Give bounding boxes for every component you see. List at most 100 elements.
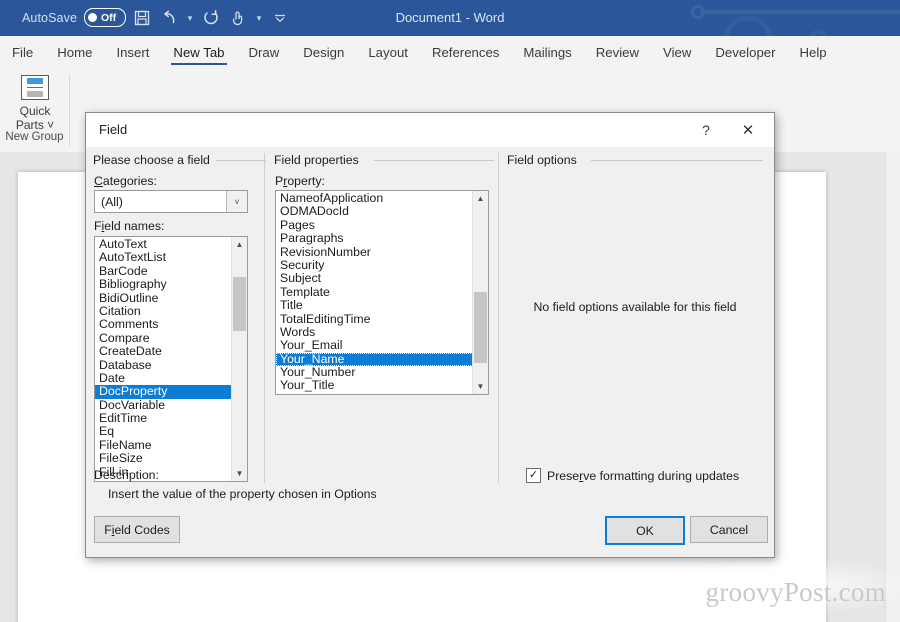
quick-parts-button[interactable]: Quick Parts ˅ <box>6 72 64 132</box>
list-item[interactable]: AutoTextList <box>95 250 232 264</box>
word-application-window: AutoSave Off ▾ ▾ Document1 - Word File H… <box>0 0 900 622</box>
tab-developer[interactable]: Developer <box>703 36 787 68</box>
list-item[interactable]: DocVariable <box>95 398 232 412</box>
tab-review[interactable]: Review <box>584 36 651 68</box>
list-item[interactable]: BidiOutline <box>95 291 232 305</box>
list-item[interactable]: Words <box>276 325 473 339</box>
watermark-groovypost: groovyPost.com <box>705 577 886 607</box>
tab-view[interactable]: View <box>651 36 703 68</box>
list-item[interactable]: Bibliography <box>95 277 232 291</box>
list-item[interactable]: Your_Title <box>276 379 473 393</box>
list-item[interactable]: RevisionNumber <box>276 245 473 259</box>
categories-label: Categories: <box>94 174 157 188</box>
tab-mailings[interactable]: Mailings <box>511 36 583 68</box>
list-item[interactable]: BarCode <box>95 264 232 278</box>
quick-parts-icon <box>21 75 49 100</box>
list-item[interactable]: Subject <box>276 271 473 285</box>
field-names-scrollbar[interactable]: ▲ ▼ <box>231 237 247 481</box>
quick-parts-label-line2: Parts <box>15 118 44 132</box>
chevron-down-icon[interactable]: ˅ <box>47 118 54 132</box>
close-icon[interactable]: ✕ <box>734 119 762 141</box>
list-item-selected[interactable]: DocProperty <box>95 384 232 399</box>
tab-layout[interactable]: Layout <box>356 36 420 68</box>
ribbon-group-label: New Group <box>5 131 64 143</box>
preserve-formatting-checkbox[interactable]: ✓ <box>526 468 541 483</box>
help-icon[interactable]: ? <box>694 119 718 141</box>
scroll-down-icon[interactable]: ▼ <box>232 466 247 481</box>
list-item[interactable]: Compare <box>95 331 232 345</box>
list-item[interactable]: CreateDate <box>95 344 232 358</box>
tab-draw[interactable]: Draw <box>237 36 292 68</box>
tab-help[interactable]: Help <box>788 36 839 68</box>
list-item[interactable]: Date <box>95 371 232 385</box>
property-scrollbar[interactable]: ▲ ▼ <box>472 191 488 394</box>
tab-design[interactable]: Design <box>291 36 356 68</box>
field-names-items: AutoText AutoTextList BarCode Bibliograp… <box>95 237 232 481</box>
list-item[interactable]: EditTime <box>95 411 232 425</box>
title-bar: AutoSave Off ▾ ▾ Document1 - Word <box>0 0 900 36</box>
document-title: Document1 - Word <box>395 10 505 25</box>
panel-divider-left <box>264 153 265 483</box>
cancel-button[interactable]: Cancel <box>690 516 768 543</box>
field-names-listbox[interactable]: AutoText AutoTextList BarCode Bibliograp… <box>94 236 248 482</box>
list-item[interactable]: Citation <box>95 304 232 318</box>
list-item[interactable]: Comments <box>95 317 232 331</box>
preserve-label-p2: ve formatting during updates <box>583 468 740 483</box>
field-codes-p2: eld Codes <box>114 522 170 537</box>
list-item[interactable]: Database <box>95 358 232 372</box>
field-codes-button[interactable]: Field Codes <box>94 516 180 543</box>
description-text: Insert the value of the property chosen … <box>108 487 377 501</box>
property-listbox[interactable]: NameofApplication ODMADocId Pages Paragr… <box>275 190 489 395</box>
tab-new-tab[interactable]: New Tab <box>161 36 236 68</box>
dialog-title: Field <box>99 122 128 137</box>
chevron-down-icon[interactable]: ˅ <box>226 191 247 212</box>
scroll-down-icon[interactable]: ▼ <box>473 379 488 394</box>
list-item[interactable]: Your_Email <box>276 338 473 352</box>
property-items: NameofApplication ODMADocId Pages Paragr… <box>276 191 473 394</box>
tab-insert[interactable]: Insert <box>104 36 161 68</box>
categories-dropdown[interactable]: (All) ˅ <box>94 190 248 213</box>
scroll-up-icon[interactable]: ▲ <box>473 191 488 206</box>
scrollbar-thumb[interactable] <box>233 277 246 331</box>
property-label: Property: <box>275 174 325 188</box>
section-rule-field-properties <box>374 160 494 161</box>
list-item[interactable]: Security <box>276 258 473 272</box>
list-item[interactable]: Pages <box>276 218 473 232</box>
list-item[interactable]: Your_Number <box>276 365 473 379</box>
quick-parts-label: Quick Parts ˅ <box>16 104 54 132</box>
list-item[interactable]: FileName <box>95 438 232 452</box>
tab-references[interactable]: References <box>420 36 511 68</box>
scroll-up-icon[interactable]: ▲ <box>232 237 247 252</box>
tab-home[interactable]: Home <box>45 36 104 68</box>
tab-file[interactable]: File <box>0 36 45 68</box>
scrollbar-thumb[interactable] <box>474 292 487 363</box>
document-vertical-scrollbar[interactable] <box>885 152 900 622</box>
field-names-label: Field names: <box>94 219 164 233</box>
field-dialog: Field ? ✕ Please choose a field Field pr… <box>85 112 775 558</box>
categories-label-accel: C <box>94 174 103 188</box>
description-label: Description: <box>94 468 159 482</box>
field-options-empty-message: No field options available for this fiel… <box>533 300 737 314</box>
list-item[interactable]: ODMADocId <box>276 204 473 218</box>
dialog-title-bar: Field ? ✕ <box>86 113 774 147</box>
section-header-choose-field: Please choose a field <box>93 153 216 167</box>
list-item[interactable]: NameofApplication <box>276 191 473 205</box>
field-codes-p1: F <box>104 522 112 537</box>
preserve-formatting-checkbox-row[interactable]: ✓ Preserve formatting during updates <box>526 468 739 483</box>
list-item[interactable]: Title <box>276 298 473 312</box>
list-item-selected[interactable]: Your_Name <box>276 352 473 367</box>
section-header-field-properties: Field properties <box>274 153 365 167</box>
section-header-field-options: Field options <box>507 153 583 167</box>
list-item[interactable]: AutoText <box>95 237 232 251</box>
ok-button[interactable]: OK <box>605 516 685 545</box>
categories-label-rest1: a <box>102 174 110 188</box>
list-item[interactable]: Paragraphs <box>276 231 473 245</box>
field-names-label-p2: eld names: <box>104 219 165 233</box>
list-item[interactable]: FileSize <box>95 451 232 465</box>
list-item[interactable]: Template <box>276 285 473 299</box>
list-item[interactable]: Eq <box>95 425 232 439</box>
list-item[interactable]: TotalEditingTime <box>276 312 473 326</box>
property-label-p1: P <box>275 174 284 188</box>
section-rule-field-options <box>591 160 763 161</box>
categories-label-rest2: tegories: <box>109 174 157 188</box>
